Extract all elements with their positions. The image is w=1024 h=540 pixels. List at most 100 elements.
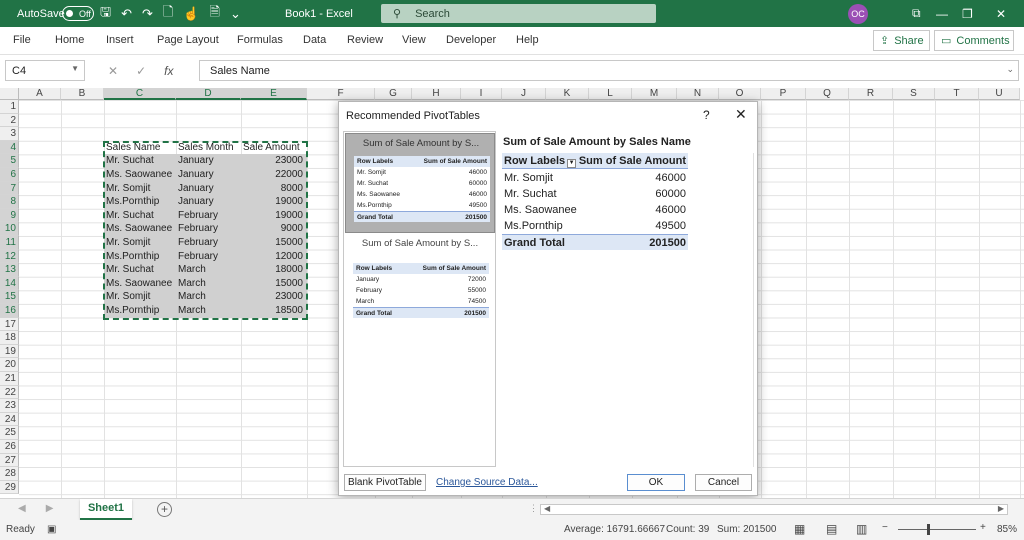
add-sheet-icon[interactable]: + bbox=[157, 502, 172, 517]
row-header[interactable]: 10 bbox=[0, 222, 19, 236]
column-header[interactable]: H bbox=[412, 88, 461, 100]
tab-formulas[interactable]: Formulas bbox=[237, 34, 283, 46]
column-header[interactable]: M bbox=[632, 88, 677, 100]
zoom-in-icon[interactable]: + bbox=[980, 522, 986, 533]
row-header[interactable]: 9 bbox=[0, 208, 19, 223]
column-header[interactable]: N bbox=[677, 88, 719, 100]
new-file-icon[interactable]: 🗋 bbox=[163, 3, 173, 25]
row-header[interactable]: 25 bbox=[0, 426, 19, 440]
close-icon[interactable]: ✕ bbox=[996, 0, 1006, 27]
row-header[interactable]: 16 bbox=[0, 304, 19, 318]
column-header[interactable]: I bbox=[461, 88, 502, 100]
blank-pivottable-button[interactable]: Blank PivotTable bbox=[344, 474, 426, 491]
tab-file[interactable]: File bbox=[13, 34, 31, 46]
confirm-entry-icon[interactable]: ✓ bbox=[136, 64, 146, 78]
minimize-icon[interactable]: — bbox=[936, 0, 948, 27]
row-header[interactable]: 23 bbox=[0, 399, 19, 413]
formula-input[interactable]: Sales Name ⌄ bbox=[199, 60, 1019, 81]
row-header[interactable]: 1 bbox=[0, 100, 19, 114]
row-header[interactable]: 20 bbox=[0, 358, 19, 372]
ribbon-display-icon[interactable]: ⧉ bbox=[912, 0, 921, 27]
help-icon[interactable]: ? bbox=[703, 108, 710, 122]
column-header[interactable]: R bbox=[849, 88, 893, 100]
tab-page-layout[interactable]: Page Layout bbox=[157, 34, 219, 46]
row-header[interactable]: 26 bbox=[0, 440, 19, 454]
zoom-out-icon[interactable]: − bbox=[882, 522, 888, 533]
row-header[interactable]: 12 bbox=[0, 249, 19, 264]
column-header[interactable]: E bbox=[241, 88, 307, 100]
avatar[interactable]: OC bbox=[848, 4, 868, 24]
prev-sheet-icon[interactable]: ◀ bbox=[18, 503, 26, 514]
row-header[interactable]: 15 bbox=[0, 290, 19, 304]
column-header[interactable]: A bbox=[19, 88, 61, 100]
column-header[interactable]: O bbox=[719, 88, 761, 100]
print-preview-icon[interactable]: 🗎 bbox=[210, 3, 220, 25]
row-header[interactable]: 19 bbox=[0, 344, 19, 359]
row-header[interactable]: 8 bbox=[0, 195, 19, 209]
row-header[interactable]: 28 bbox=[0, 467, 19, 481]
page-break-view-icon[interactable]: ▥ bbox=[856, 522, 867, 536]
row-header[interactable]: 24 bbox=[0, 412, 19, 427]
horizontal-scrollbar[interactable]: ◀ ▶ bbox=[540, 504, 1008, 515]
search-box[interactable]: ⚲ Search bbox=[381, 4, 656, 23]
sheet-tab-sheet1[interactable]: Sheet1 bbox=[80, 499, 132, 520]
row-header[interactable]: 22 bbox=[0, 385, 19, 400]
column-header[interactable]: L bbox=[589, 88, 632, 100]
name-box[interactable]: C4 ▼ bbox=[5, 60, 85, 81]
redo-icon[interactable]: ↷ bbox=[142, 6, 153, 22]
close-icon[interactable]: ✕ bbox=[735, 106, 747, 123]
tab-developer[interactable]: Developer bbox=[446, 34, 496, 46]
restore-icon[interactable]: ❐ bbox=[962, 0, 973, 27]
column-header[interactable]: F bbox=[307, 88, 375, 100]
zoom-slider-thumb[interactable] bbox=[927, 524, 930, 535]
tab-insert[interactable]: Insert bbox=[106, 34, 134, 46]
row-header[interactable]: 3 bbox=[0, 127, 19, 141]
row-header[interactable]: 29 bbox=[0, 480, 19, 495]
row-header[interactable]: 2 bbox=[0, 113, 19, 128]
column-header[interactable]: C bbox=[104, 88, 176, 100]
comments-button[interactable]: ▭ Comments bbox=[934, 30, 1014, 51]
touch-mode-icon[interactable]: ☝ bbox=[183, 6, 199, 22]
row-header[interactable]: 7 bbox=[0, 181, 19, 196]
tab-data[interactable]: Data bbox=[303, 34, 326, 46]
column-header[interactable]: Q bbox=[806, 88, 849, 100]
pivot-option-by-month[interactable]: Sum of Sale Amount by S... Row Labels Sum… bbox=[345, 234, 495, 334]
chevron-down-icon[interactable]: ▼ bbox=[71, 64, 79, 73]
page-layout-view-icon[interactable]: ▤ bbox=[826, 522, 837, 536]
tab-help[interactable]: Help bbox=[516, 34, 539, 46]
column-header[interactable]: U bbox=[979, 88, 1020, 100]
zoom-level[interactable]: 85% bbox=[997, 524, 1017, 535]
cancel-button[interactable]: Cancel bbox=[695, 474, 752, 491]
column-header[interactable]: S bbox=[893, 88, 935, 100]
row-header[interactable]: 27 bbox=[0, 453, 19, 468]
select-all-corner[interactable] bbox=[0, 88, 19, 100]
column-header[interactable]: T bbox=[935, 88, 979, 100]
tab-split-handle-icon[interactable]: ⋮ bbox=[529, 503, 538, 514]
row-header[interactable]: 17 bbox=[0, 317, 19, 332]
insert-function-icon[interactable]: fx bbox=[164, 64, 173, 78]
tab-review[interactable]: Review bbox=[347, 34, 383, 46]
tab-home[interactable]: Home bbox=[55, 34, 84, 46]
scroll-right-icon[interactable]: ▶ bbox=[998, 504, 1004, 513]
row-header[interactable]: 21 bbox=[0, 372, 19, 386]
undo-icon[interactable]: ↶ bbox=[121, 6, 132, 22]
expand-formula-icon[interactable]: ⌄ bbox=[1006, 64, 1014, 75]
row-header[interactable]: 6 bbox=[0, 168, 19, 182]
row-header[interactable]: 18 bbox=[0, 331, 19, 345]
share-button[interactable]: ⇪ Share bbox=[873, 30, 930, 51]
column-header[interactable]: P bbox=[761, 88, 806, 100]
normal-view-icon[interactable]: ▦ bbox=[794, 522, 805, 536]
column-header[interactable]: G bbox=[375, 88, 412, 100]
tab-view[interactable]: View bbox=[402, 34, 426, 46]
ok-button[interactable]: OK bbox=[627, 474, 685, 491]
column-header[interactable]: J bbox=[502, 88, 546, 100]
row-header[interactable]: 4 bbox=[0, 140, 19, 155]
save-icon[interactable]: 🖫 bbox=[100, 3, 111, 25]
column-header[interactable]: K bbox=[546, 88, 589, 100]
row-header[interactable]: 11 bbox=[0, 236, 19, 250]
zoom-slider[interactable] bbox=[898, 529, 976, 530]
pivot-option-by-name[interactable]: Sum of Sale Amount by S... Row Labels Sum… bbox=[345, 133, 495, 233]
row-header[interactable]: 5 bbox=[0, 154, 19, 168]
row-header[interactable]: 14 bbox=[0, 276, 19, 291]
autosave-toggle[interactable]: Off bbox=[62, 6, 94, 21]
